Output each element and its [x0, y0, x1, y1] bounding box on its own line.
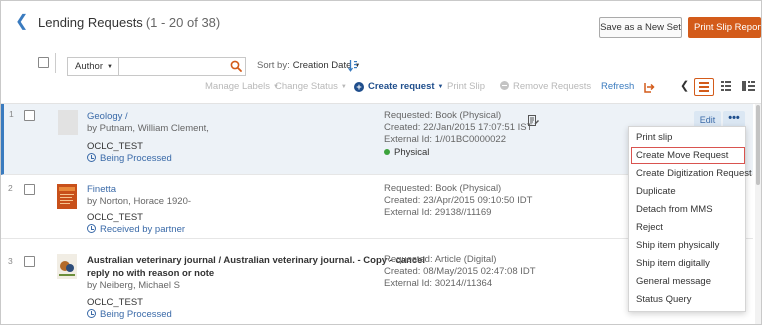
requested-format: Requested: Book (Physical) [384, 110, 502, 121]
collapse-chevron-icon[interactable]: ❮ [680, 80, 689, 92]
journal-cover-image [57, 254, 77, 279]
create-request-label: Create request [368, 81, 435, 92]
sort-by-value: Creation Date [292, 60, 352, 71]
book-cover-image [57, 184, 77, 209]
created-date: Created: 22/Jan/2015 17:07:51 IST [384, 122, 533, 133]
page-title-text: Lending Requests [38, 15, 143, 30]
item-status-text: Being Processed [100, 309, 172, 320]
create-request-menu[interactable]: + Create request ▼ [354, 81, 443, 93]
split-view-icon [742, 81, 755, 91]
manage-labels-label: Manage Labels [205, 81, 270, 92]
search-field-dropdown[interactable]: Author ▼ [67, 57, 118, 76]
remove-requests-label: Remove Requests [513, 81, 592, 92]
row-checkbox[interactable] [24, 184, 35, 195]
menu-item-print-slip[interactable]: Print slip [631, 129, 745, 146]
save-as-new-set-button[interactable]: Save as a New Set [599, 17, 682, 38]
remove-circle-icon [500, 81, 509, 90]
item-author: by Norton, Horace 1920- [87, 196, 192, 207]
list-view-icon [699, 82, 709, 92]
status-dot-icon [384, 149, 390, 155]
row-number: 2 [8, 183, 13, 193]
result-count: (1 - 20 of 38) [145, 15, 221, 30]
item-author: by Putnam, William Clement, [87, 123, 209, 134]
item-owner: OCLC_TEST [87, 141, 143, 152]
change-status-menu[interactable]: Change Status ▼ [275, 81, 347, 93]
menu-item-ship-item-physically[interactable]: Ship item physically [631, 237, 745, 254]
physical-badge: Physical [384, 147, 429, 159]
menu-item-general-message[interactable]: General message [631, 273, 745, 290]
back-chevron-icon[interactable]: ❮ [15, 13, 28, 31]
scrollbar-thumb[interactable] [756, 105, 760, 185]
requested-format: Requested: Book (Physical) [384, 183, 502, 194]
sort-direction-icon[interactable] [348, 59, 358, 72]
export-icon[interactable] [642, 78, 656, 96]
item-title-link[interactable]: Geology / [87, 110, 128, 123]
row-number: 3 [8, 256, 13, 266]
lending-requests-page: ❮ Lending Requests (1 - 20 of 38) Save as… [0, 0, 762, 325]
remove-requests-button[interactable]: Remove Requests [500, 81, 591, 93]
split-view-button[interactable] [739, 78, 759, 96]
item-title-link-continued[interactable]: reply no with reason or note [87, 267, 214, 280]
requested-format: Requested: Article (Digital) [384, 254, 497, 265]
item-owner: OCLC_TEST [87, 297, 143, 308]
table-view-icon [721, 81, 731, 91]
item-status-text: Received by partner [100, 224, 186, 235]
item-title-link[interactable]: Finetta [87, 183, 116, 196]
row-checkbox[interactable] [24, 110, 35, 121]
menu-item-duplicate[interactable]: Duplicate [631, 183, 745, 200]
print-slip-report-button[interactable]: Print Slip Report [688, 17, 761, 38]
menu-item-status-query[interactable]: Status Query [631, 291, 745, 308]
page-title: Lending Requests (1 - 20 of 38) [38, 15, 220, 31]
item-status: Being Processed [87, 153, 172, 165]
print-slip-button[interactable]: Print Slip [447, 81, 485, 93]
menu-item-detach-from-mms[interactable]: Detach from MMS [631, 201, 745, 218]
external-id: External Id: 1//01BC0000022 [384, 134, 507, 145]
created-date: Created: 23/Apr/2015 09:10:50 IDT [384, 195, 533, 206]
physical-badge-text: Physical [394, 147, 430, 158]
clock-icon [87, 153, 96, 162]
item-status: Received by partner [87, 224, 185, 236]
select-all-checkbox[interactable] [38, 57, 49, 68]
menu-item-ship-item-digitally[interactable]: Ship item digitally [631, 255, 745, 272]
item-thumbnail-placeholder [58, 110, 78, 135]
caret-down-icon: ▼ [437, 84, 444, 90]
item-status: Being Processed [87, 309, 172, 321]
page-header: ❮ Lending Requests (1 - 20 of 38) Save as… [1, 1, 761, 45]
caret-down-icon: ▼ [340, 84, 347, 90]
row-checkbox[interactable] [24, 256, 35, 267]
row-actions-menu: Print slip Create Move Request Create Di… [628, 126, 752, 312]
item-owner: OCLC_TEST [87, 212, 143, 223]
list-view-button[interactable] [694, 78, 714, 96]
table-view-button[interactable] [717, 78, 737, 96]
search-field-label: Author [75, 61, 103, 72]
row-number: 1 [9, 109, 14, 119]
item-author: by Neiberg, Michael S [87, 280, 180, 291]
menu-item-create-move-request[interactable]: Create Move Request [631, 147, 745, 164]
clock-icon [87, 309, 96, 318]
plus-circle-icon: + [354, 82, 364, 92]
external-id: External Id: 30214//11364 [384, 278, 493, 289]
caret-down-icon: ▼ [107, 64, 113, 70]
search-icon[interactable] [230, 60, 242, 72]
menu-item-reject[interactable]: Reject [631, 219, 745, 236]
change-status-label: Change Status [275, 81, 338, 92]
sort-by-label: Sort by: [257, 60, 290, 71]
created-date: Created: 08/May/2015 02:47:08 IDT [384, 266, 536, 277]
document-note-icon[interactable] [528, 115, 539, 127]
manage-labels-menu[interactable]: Manage Labels ▼ [205, 81, 279, 93]
sort-by-dropdown[interactable]: Sort by: Creation Date ▼ [257, 60, 360, 72]
clock-icon [87, 224, 96, 233]
menu-item-create-digitization-request[interactable]: Create Digitization Request [631, 165, 752, 182]
search-input[interactable] [118, 57, 246, 76]
external-id: External Id: 29138//11169 [384, 207, 492, 218]
item-title-link[interactable]: Australian veterinary journal / Australi… [87, 254, 425, 267]
divider [55, 53, 56, 73]
item-status-text: Being Processed [100, 153, 172, 164]
refresh-button[interactable]: Refresh [601, 81, 634, 93]
